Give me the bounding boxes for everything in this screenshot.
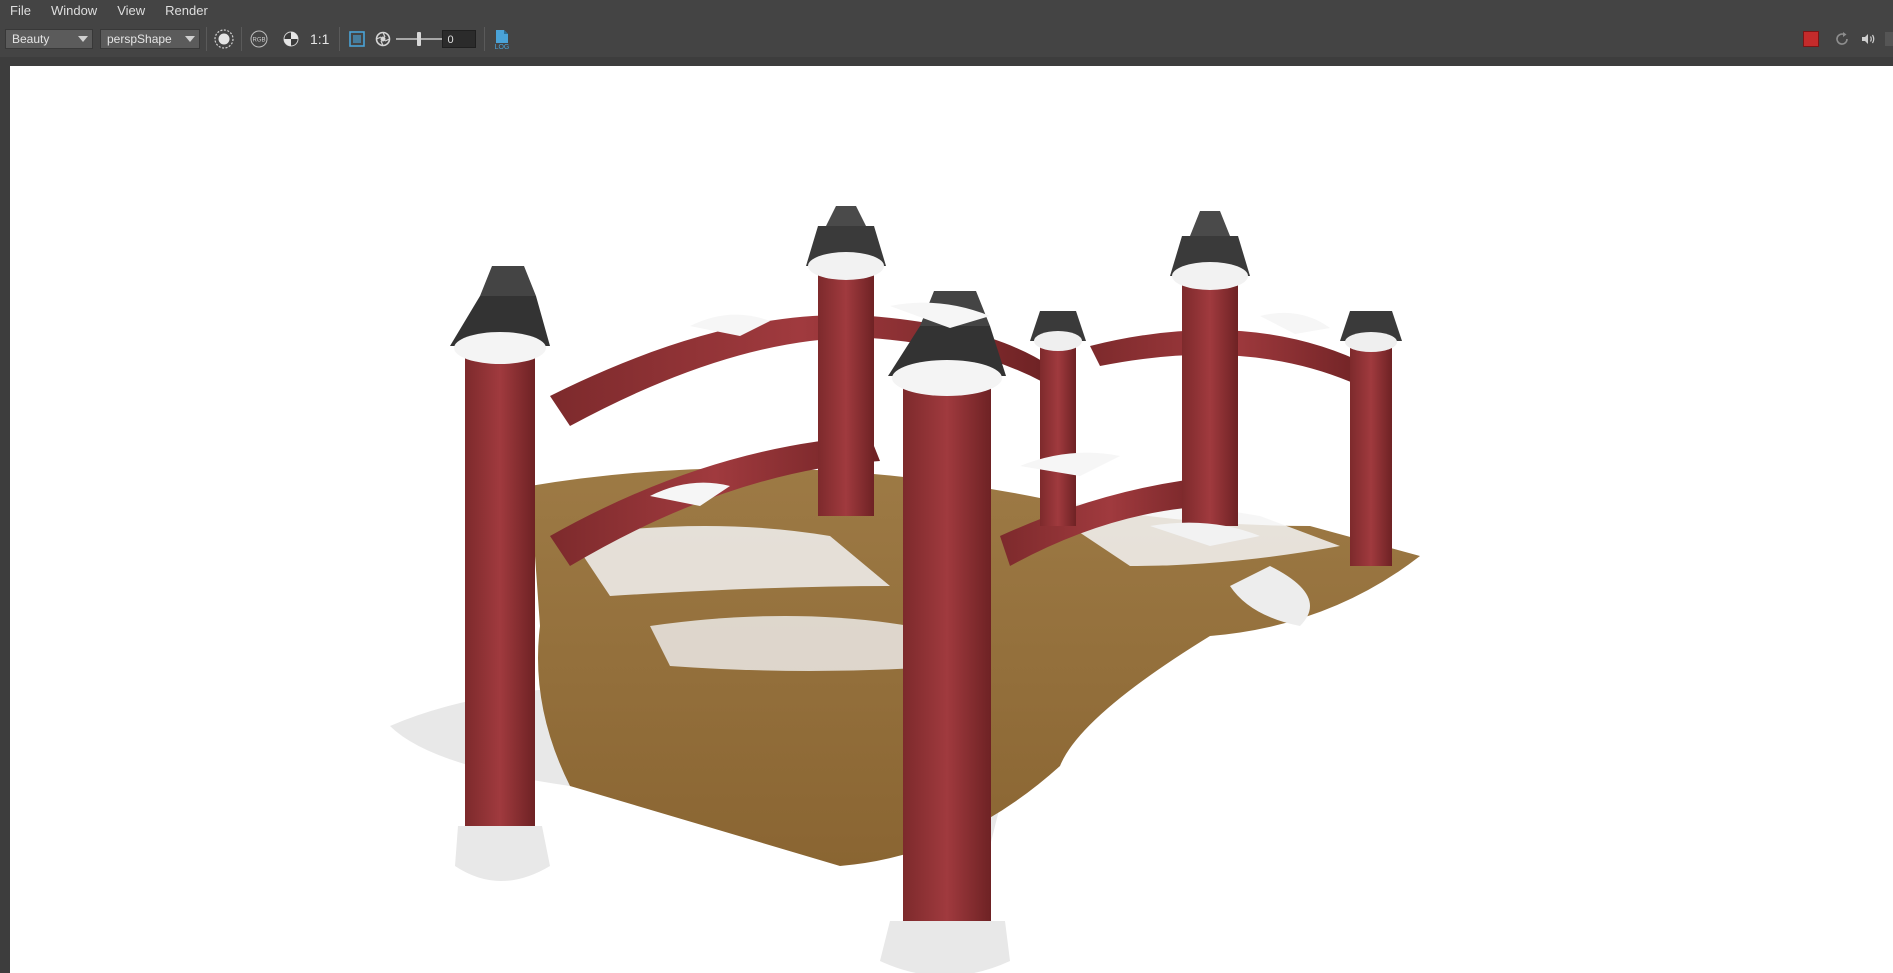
viewport-gutter bbox=[0, 57, 10, 973]
snapshot-icon[interactable] bbox=[278, 26, 304, 52]
chevron-down-icon bbox=[74, 30, 92, 48]
toolbar-separator bbox=[339, 27, 341, 51]
camera-dropdown-value: perspShape bbox=[107, 32, 172, 46]
toolbar-separator bbox=[241, 27, 242, 51]
rendered-bridge-image bbox=[390, 206, 1420, 973]
circle-dotted-icon[interactable] bbox=[211, 26, 237, 52]
chevron-down-icon bbox=[181, 30, 199, 48]
exposure-input[interactable]: 0 bbox=[442, 30, 477, 48]
render-viewport[interactable] bbox=[10, 66, 1893, 973]
aperture-icon[interactable] bbox=[370, 26, 396, 52]
menu-view[interactable]: View bbox=[107, 3, 155, 18]
ratio-toggle[interactable]: 1:1 bbox=[304, 31, 335, 47]
log-file-icon[interactable]: LOG bbox=[489, 26, 515, 52]
svg-text:RGB: RGB bbox=[252, 38, 265, 44]
toolbar-divider bbox=[0, 57, 1893, 66]
crop-region-icon[interactable] bbox=[344, 26, 370, 52]
exposure-slider[interactable] bbox=[396, 29, 443, 49]
menu-file[interactable]: File bbox=[0, 3, 41, 18]
camera-dropdown[interactable]: perspShape bbox=[100, 29, 200, 49]
menu-window[interactable]: Window bbox=[41, 3, 107, 18]
menu-bar: File Window View Render bbox=[0, 0, 1893, 21]
render-toolbar: Beauty perspShape RGB 1:1 0 LOG bbox=[0, 21, 1893, 57]
menu-render[interactable]: Render bbox=[155, 3, 218, 18]
slider-handle[interactable] bbox=[417, 32, 422, 46]
log-label: LOG bbox=[495, 44, 510, 51]
rgb-icon[interactable]: RGB bbox=[246, 26, 272, 52]
toolbar-separator bbox=[484, 27, 486, 51]
aov-dropdown[interactable]: Beauty bbox=[5, 29, 93, 49]
toolbar-overflow[interactable] bbox=[1885, 32, 1893, 46]
stop-render-icon[interactable] bbox=[1803, 31, 1819, 47]
render-controls bbox=[1793, 21, 1893, 57]
toolbar-separator bbox=[206, 27, 207, 51]
speaker-icon[interactable] bbox=[1855, 26, 1881, 52]
refresh-icon[interactable] bbox=[1829, 26, 1855, 52]
aov-dropdown-value: Beauty bbox=[12, 32, 50, 46]
